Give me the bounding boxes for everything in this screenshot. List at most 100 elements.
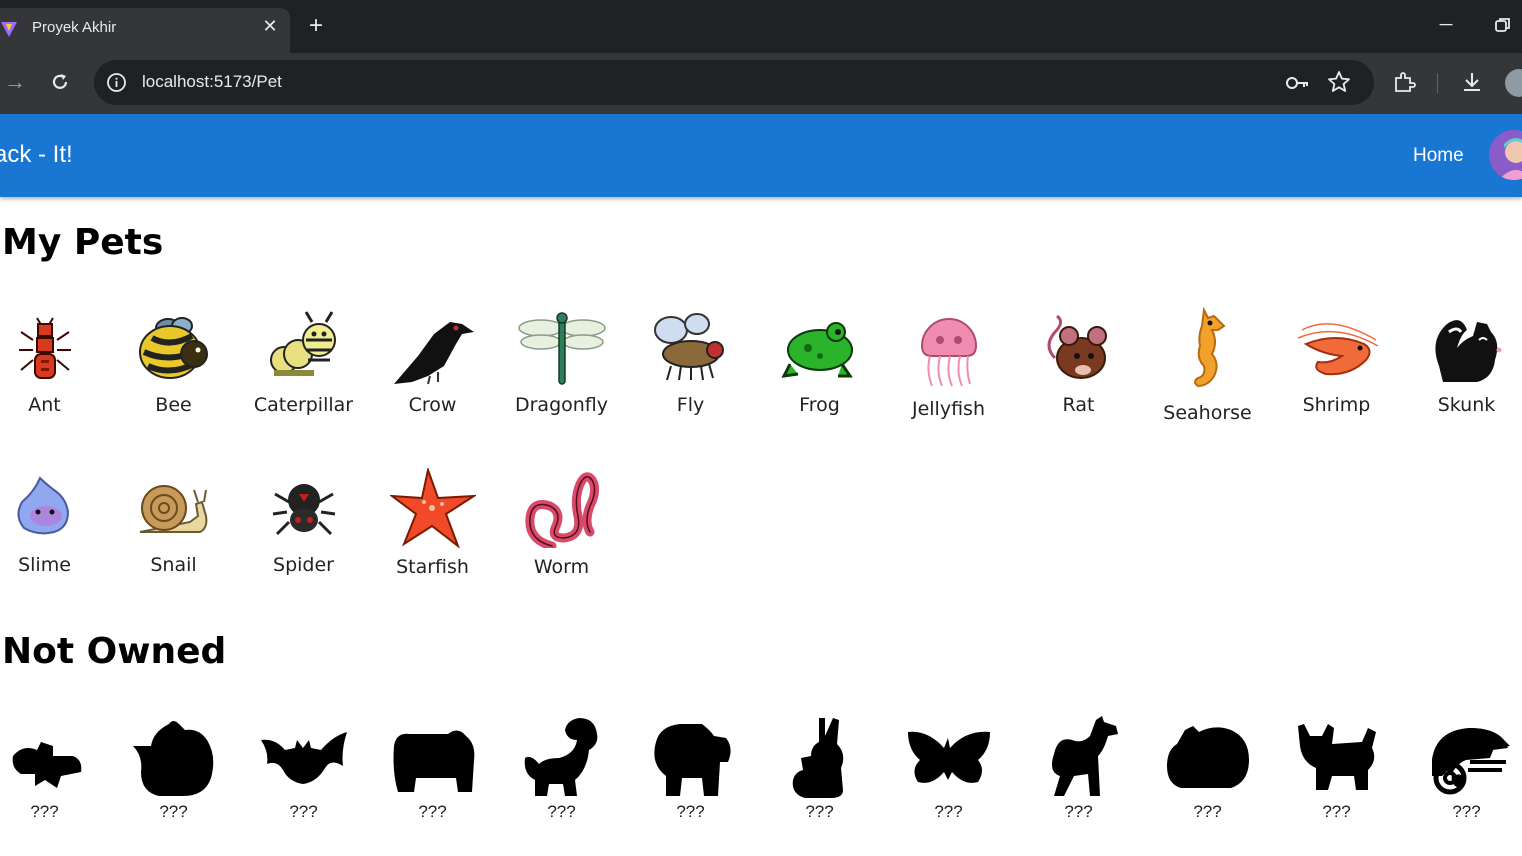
- app-brand[interactable]: ack - It!: [0, 141, 73, 169]
- locked-pet-card[interactable]: ???: [0, 716, 109, 822]
- address-bar[interactable]: localhost:5173/Pet: [94, 60, 1374, 105]
- pet-name: Worm: [533, 556, 590, 578]
- rat-icon: [1047, 314, 1107, 379]
- vite-favicon-icon: [1, 22, 17, 37]
- buffalo-silhouette-icon: [653, 724, 731, 796]
- browser-tab[interactable]: Proyek Akhir ✕: [0, 8, 290, 53]
- butterfly-silhouette-icon: [907, 731, 990, 783]
- spider-icon: [272, 484, 335, 536]
- hamster-silhouette-icon: [1166, 726, 1249, 788]
- forward-arrow-icon[interactable]: →: [4, 71, 26, 93]
- caterpillar-icon: [269, 311, 336, 376]
- pet-name: Fly: [676, 394, 705, 416]
- pet-card-bee[interactable]: Bee: [109, 310, 238, 416]
- locked-pet-card[interactable]: ???: [755, 714, 884, 822]
- locked-pet-card[interactable]: ???: [626, 716, 755, 822]
- password-key-icon[interactable]: [1284, 72, 1310, 94]
- unknown-pet-name: ???: [676, 802, 705, 821]
- minimize-icon[interactable]: ─: [1436, 14, 1456, 34]
- locked-pet-card[interactable]: ???: [1014, 714, 1143, 822]
- pet-card-caterpillar[interactable]: Caterpillar: [239, 310, 368, 416]
- pet-name: Rat: [1062, 394, 1095, 416]
- pet-name: Slime: [18, 554, 71, 576]
- pet-card-skunk[interactable]: Skunk: [1402, 310, 1522, 416]
- unknown-pet-name: ???: [1322, 802, 1351, 821]
- unknown-pet-name: ???: [1193, 802, 1222, 821]
- pet-card-frog[interactable]: Frog: [755, 310, 884, 416]
- jellyfish-icon: [920, 318, 977, 387]
- pet-name: Snail: [150, 554, 197, 576]
- new-tab-icon[interactable]: +: [304, 14, 328, 39]
- bookmark-star-icon[interactable]: [1327, 70, 1351, 94]
- home-link[interactable]: Home: [1413, 145, 1464, 167]
- unknown-pet-name: ???: [1452, 802, 1481, 821]
- locked-pet-card[interactable]: ???: [884, 716, 1013, 822]
- toolbar-divider: [1437, 73, 1438, 93]
- pet-card-crow[interactable]: Crow: [368, 310, 497, 416]
- pet-card-seahorse[interactable]: Seahorse: [1143, 306, 1272, 424]
- my-pets-title: My Pets: [2, 222, 164, 263]
- locked-pet-card[interactable]: ???: [1272, 716, 1401, 822]
- pet-name: Skunk: [1437, 394, 1496, 416]
- pet-name: Crow: [408, 394, 457, 416]
- locked-pet-card[interactable]: ???: [497, 714, 626, 822]
- locked-pet-card[interactable]: ???: [368, 716, 497, 822]
- browser-tabbar: Proyek Akhir ✕ + ─: [0, 0, 1522, 53]
- site-info-icon[interactable]: [106, 72, 127, 93]
- bee-icon: [138, 317, 208, 379]
- user-avatar-image-icon: [1489, 130, 1522, 180]
- worm-icon: [524, 472, 599, 548]
- pet-name: Spider: [273, 554, 334, 576]
- pet-card-slime[interactable]: Slime: [0, 472, 109, 576]
- tab-close-icon[interactable]: ✕: [260, 16, 280, 36]
- pet-card-snail[interactable]: Snail: [109, 472, 238, 576]
- frog-icon: [780, 322, 853, 378]
- unknown-pet-name: ???: [289, 802, 318, 821]
- pet-card-starfish[interactable]: Starfish: [368, 468, 497, 578]
- pet-card-jellyfish[interactable]: Jellyfish: [884, 310, 1013, 420]
- reload-icon[interactable]: [49, 71, 71, 93]
- ant-icon: [18, 317, 71, 379]
- starfish-icon: [389, 468, 476, 548]
- locked-pet-card[interactable]: ???: [109, 716, 238, 822]
- pet-card-shrimp[interactable]: Shrimp: [1272, 310, 1401, 416]
- url-text[interactable]: localhost:5173/Pet: [142, 72, 282, 92]
- unknown-pet-name: ???: [1064, 802, 1093, 821]
- pet-card-spider[interactable]: Spider: [239, 472, 368, 576]
- pet-name: Shrimp: [1302, 394, 1371, 416]
- bat-silhouette-icon: [260, 732, 347, 784]
- unknown-pet-name: ???: [934, 802, 963, 821]
- locked-pet-card[interactable]: ???: [1143, 716, 1272, 822]
- app-navbar: ack - It! Home: [0, 114, 1522, 197]
- pet-name: Bee: [155, 394, 192, 416]
- pet-name: Seahorse: [1163, 402, 1252, 424]
- unknown-pet-name: ???: [805, 802, 834, 821]
- pet-card-rat[interactable]: Rat: [1014, 310, 1143, 416]
- pet-name: Caterpillar: [253, 394, 354, 416]
- pet-name: Frog: [799, 394, 840, 416]
- bunny-silhouette-icon: [792, 718, 843, 798]
- pig-silhouette-icon: [132, 721, 213, 796]
- restore-window-icon[interactable]: [1494, 16, 1512, 34]
- crocodile-silhouette-icon: [12, 742, 81, 788]
- unknown-pet-name: ???: [547, 802, 576, 821]
- download-icon[interactable]: [1460, 70, 1484, 94]
- fly-icon: [653, 313, 724, 381]
- cat-silhouette-icon: [1297, 724, 1376, 790]
- pet-card-worm[interactable]: Worm: [497, 466, 626, 578]
- not-owned-title: Not Owned: [2, 631, 227, 672]
- chameleon-silhouette-icon: [1431, 728, 1510, 795]
- bear-silhouette-icon: [393, 730, 474, 792]
- pet-name: Ant: [28, 394, 61, 416]
- extensions-puzzle-icon[interactable]: [1392, 70, 1416, 94]
- locked-pet-card[interactable]: ???: [1402, 716, 1522, 822]
- seahorse-icon: [1193, 306, 1226, 388]
- user-avatar[interactable]: [1489, 130, 1522, 180]
- pet-card-ant[interactable]: Ant: [0, 310, 109, 416]
- pet-card-fly[interactable]: Fly: [626, 310, 755, 416]
- locked-pet-card[interactable]: ???: [239, 716, 368, 822]
- snail-icon: [139, 485, 207, 533]
- unknown-pet-name: ???: [418, 802, 447, 821]
- browser-profile-avatar[interactable]: [1505, 69, 1522, 97]
- pet-card-dragonfly[interactable]: Dragonfly: [497, 310, 626, 416]
